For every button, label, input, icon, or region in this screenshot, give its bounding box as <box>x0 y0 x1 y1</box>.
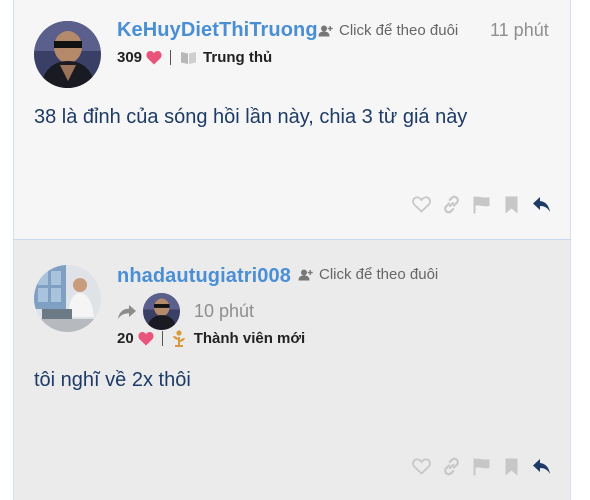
user-meta: 20 Thành viên mới <box>117 330 305 347</box>
post-2: nhadautugiatri008 Click để theo đuôi 10 … <box>13 240 571 500</box>
follow-label: Click để theo đuôi <box>319 266 439 283</box>
link-icon <box>444 195 459 214</box>
reply-to-avatar <box>143 293 180 330</box>
heart-icon <box>146 50 162 65</box>
flag-button[interactable] <box>472 195 491 214</box>
post-time: 10 phút <box>194 301 255 321</box>
share-link-button[interactable] <box>442 457 461 476</box>
divider <box>161 331 163 346</box>
post-1: KeHuyDietThiTruong Click để theo đuôi 11… <box>13 0 571 240</box>
person-add-icon <box>298 269 313 280</box>
like-count: 309 <box>117 49 143 66</box>
like-button[interactable] <box>412 195 431 214</box>
user-avatar[interactable] <box>34 21 101 88</box>
username[interactable]: KeHuyDietThiTruong <box>117 19 318 42</box>
follow-button[interactable]: Click để theo đuôi <box>298 266 438 283</box>
follow-label: Click để theo đuôi <box>339 22 459 39</box>
follow-button[interactable]: Click để theo đuôi <box>318 22 458 39</box>
heart-outline-icon <box>412 458 431 475</box>
user-meta: 309 Trung thủ <box>117 49 272 66</box>
user-avatar[interactable] <box>34 265 101 332</box>
post-actions <box>412 195 551 214</box>
post-actions <box>412 457 551 476</box>
sprout-badge-icon <box>172 330 185 347</box>
flag-icon <box>473 196 490 213</box>
user-badge: Thành viên mới <box>193 330 306 347</box>
user-badge: Trung thủ <box>203 49 273 66</box>
post-time[interactable]: 11 phút <box>490 20 549 41</box>
heart-outline-icon <box>412 196 431 213</box>
book-badge-icon <box>181 52 197 64</box>
person-add-icon <box>318 25 333 36</box>
flag-button[interactable] <box>472 457 491 476</box>
bookmark-icon <box>505 196 518 213</box>
reply-to[interactable]: 10 phút <box>117 293 254 330</box>
like-button[interactable] <box>412 457 431 476</box>
reply-button[interactable] <box>532 195 551 214</box>
heart-icon <box>138 331 154 346</box>
post-body: 38 là đỉnh của sóng hồi lần này, chia 3 … <box>34 106 468 128</box>
bookmark-button[interactable] <box>502 195 521 214</box>
post-body: tôi nghĩ về 2x thôi <box>34 369 191 391</box>
reply-arrow-icon <box>533 197 550 212</box>
reply-arrow-icon <box>533 459 550 474</box>
flag-icon <box>473 458 490 475</box>
share-link-button[interactable] <box>442 195 461 214</box>
reply-button[interactable] <box>532 457 551 476</box>
bookmark-icon <box>505 458 518 475</box>
link-icon <box>444 457 459 476</box>
username[interactable]: nhadautugiatri008 <box>117 265 291 288</box>
like-count: 20 <box>117 330 134 347</box>
reply-share-icon <box>118 304 136 319</box>
divider <box>170 50 172 65</box>
bookmark-button[interactable] <box>502 457 521 476</box>
